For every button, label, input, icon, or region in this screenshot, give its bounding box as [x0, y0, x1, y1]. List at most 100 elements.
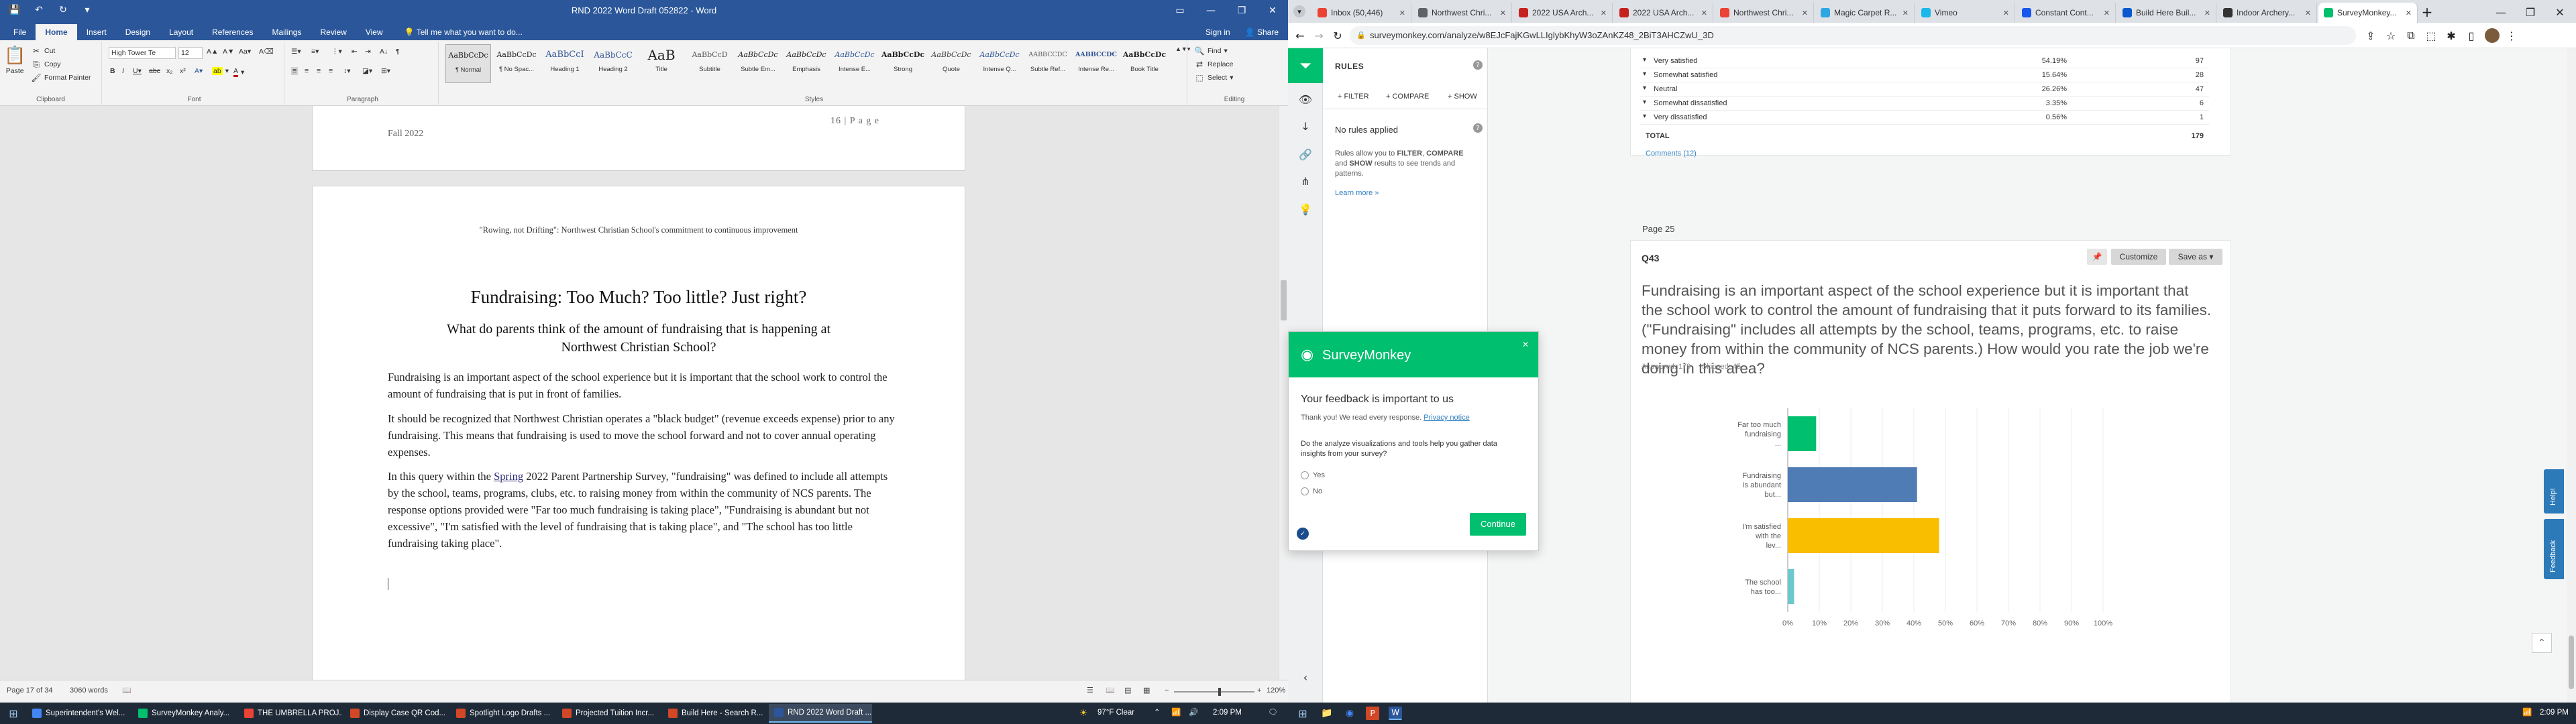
tab-review[interactable]: Review — [311, 24, 356, 40]
volume-icon[interactable]: 🔊 — [1189, 707, 1198, 717]
page-count[interactable]: Page 17 of 34 — [7, 686, 53, 695]
row-toggle-icon[interactable]: ▾ — [1643, 70, 1646, 78]
browser-menu-icon[interactable]: ⋮ — [2505, 29, 2518, 42]
link-icon[interactable]: 🔗 — [1297, 146, 1313, 162]
extensions-icon[interactable]: ⬚ — [2424, 29, 2438, 42]
browser-restore-icon[interactable]: ❐ — [2516, 3, 2545, 21]
shading-button[interactable]: ◪▾ — [362, 67, 372, 75]
paragraph-2[interactable]: It should be recognized that Northwest C… — [388, 410, 898, 461]
file-explorer-icon-2[interactable]: 📁 — [1320, 707, 1334, 720]
style-4[interactable]: AaB Title — [639, 44, 684, 83]
network-icon[interactable]: 📶 — [1171, 707, 1181, 717]
style-9[interactable]: AaBbCcDc Strong — [880, 44, 926, 83]
taskbar-item[interactable]: Spotlight Logo Drafts ... — [451, 704, 554, 723]
style-11[interactable]: AaBbCcDc Intense Q... — [977, 44, 1022, 83]
browser-tab[interactable]: Inbox (50,446) ✕ — [1312, 3, 1411, 23]
style-1[interactable]: AaBbCcDc ¶ No Spac... — [494, 44, 539, 83]
profile-avatar[interactable] — [2485, 28, 2500, 43]
justify-button[interactable]: ≡ — [329, 67, 333, 75]
numbering-button[interactable]: ≡▾ — [311, 48, 319, 56]
scroll-to-top-icon[interactable]: ⌃ — [2532, 633, 2552, 653]
style-3[interactable]: AaBbCcC Heading 2 — [590, 44, 636, 83]
change-case-button[interactable]: Aa▾ — [239, 48, 251, 56]
start-windows-icon-2[interactable]: ⊞ — [1296, 707, 1309, 720]
browser-tab[interactable]: Vimeo ✕ — [1916, 3, 2015, 23]
filter-button[interactable]: + FILTER — [1338, 93, 1369, 101]
tab-close-icon[interactable]: ✕ — [1601, 9, 1607, 17]
font-size-combo[interactable]: 12 — [178, 47, 203, 59]
sort-button[interactable]: A↓ — [380, 48, 388, 56]
lock-icon[interactable]: 🔒 — [1356, 26, 1366, 45]
focus-icon[interactable]: ☰ — [1087, 686, 1093, 695]
customize-button[interactable]: Customize — [2111, 249, 2166, 265]
taskbar-item[interactable]: Superintendent's Wel... — [27, 704, 130, 723]
share-page-icon[interactable]: ⇪ — [2364, 29, 2377, 42]
browser-tab[interactable]: Northwest Chri... ✕ — [1715, 3, 1814, 23]
yes-radio[interactable] — [1301, 471, 1309, 479]
row-toggle-icon[interactable]: ▾ — [1643, 84, 1646, 92]
browser-close-icon[interactable]: ✕ — [2545, 3, 2575, 21]
style-13[interactable]: AABBCCDC Intense Re... — [1073, 44, 1119, 83]
copy-button[interactable]: ⎘ Copy — [31, 59, 60, 70]
tab-search-icon[interactable]: ▾ — [1293, 5, 1305, 17]
tab-close-icon[interactable]: ✕ — [1399, 9, 1405, 17]
browser-scroll-thumb[interactable] — [2569, 636, 2574, 689]
line-spacing-button[interactable]: ↕▾ — [343, 67, 351, 75]
ribbon-options-icon[interactable]: ▭ — [1165, 0, 1195, 21]
cast-icon[interactable]: ⧉ — [2404, 29, 2418, 42]
tab-close-icon[interactable]: ✕ — [1701, 9, 1707, 17]
taskbar-item[interactable]: Build Here - Search R... — [663, 704, 766, 723]
underline-button[interactable]: U▾ — [133, 67, 142, 75]
tell-me-search[interactable]: 💡 Tell me what you want to do... — [392, 24, 535, 40]
address-bar[interactable]: 🔒 surveymonkey.com/analyze/w8EJcFajKGwLL… — [1350, 26, 2356, 45]
clock-time[interactable]: 2:09 PM — [1213, 709, 1242, 717]
weather-text[interactable]: 97°F Clear — [1097, 709, 1134, 717]
browser-tab[interactable]: 2022 USA Arch... ✕ — [1513, 3, 1613, 23]
style-2[interactable]: AaBbCcI Heading 1 — [542, 44, 588, 83]
start-windows-icon[interactable]: ⊞ — [7, 707, 20, 720]
restore-icon[interactable]: ❐ — [1226, 0, 1257, 21]
cut-button[interactable]: ✂ Cut — [31, 46, 55, 56]
proofing-icon[interactable]: 📖 — [122, 686, 131, 695]
styles-gallery-scroll[interactable]: ▲▼▾ — [1175, 46, 1190, 53]
borders-button[interactable]: ⊞▾ — [381, 67, 390, 75]
row-toggle-icon[interactable]: ▾ — [1643, 56, 1646, 64]
word-count[interactable]: 3060 words — [70, 686, 108, 695]
align-left-button[interactable]: ≡ — [291, 67, 299, 75]
privacy-notice-link[interactable]: Privacy notice — [1424, 414, 1469, 422]
show-button[interactable]: + SHOW — [1448, 93, 1477, 101]
filter-funnel-icon[interactable]: ⏷ — [1288, 48, 1323, 83]
download-icon[interactable]: ↓ — [1297, 118, 1313, 134]
paragraph-3[interactable]: In this query within the Spring 2022 Par… — [388, 468, 898, 552]
puzzle-icon[interactable]: ✱ — [2445, 29, 2458, 42]
style-14[interactable]: AaBbCcDc Book Title — [1122, 44, 1167, 83]
sign-in-link[interactable]: Sign in — [1205, 24, 1230, 40]
minimize-icon[interactable]: — — [1195, 0, 1226, 21]
style-6[interactable]: AaBbCcDc Subtle Em... — [735, 44, 781, 83]
tab-close-icon[interactable]: ✕ — [2305, 9, 2311, 17]
show-marks-button[interactable]: ¶ — [396, 48, 400, 56]
browser-tab[interactable]: 2022 USA Arch... ✕ — [1614, 3, 1713, 23]
bookmark-star-icon[interactable]: ☆ — [2384, 29, 2398, 42]
print-layout-icon[interactable]: ▤ — [1124, 686, 1131, 695]
web-layout-icon[interactable]: ▦ — [1143, 686, 1150, 695]
find-button[interactable]: 🔍 Find ▾ — [1194, 46, 1228, 56]
text-effects-button[interactable]: A▾ — [195, 67, 203, 75]
zoom-in-button[interactable]: + — [1257, 686, 1261, 695]
comments-link[interactable]: Comments (12) — [1646, 149, 1697, 158]
row-toggle-icon[interactable]: ▾ — [1643, 99, 1646, 106]
save-as-button[interactable]: Save as ▾ — [2169, 249, 2222, 265]
bold-button[interactable]: B — [110, 67, 115, 75]
tab-view[interactable]: View — [356, 24, 392, 40]
tab-mailings[interactable]: Mailings — [262, 24, 311, 40]
side-panel-icon[interactable]: ▯ — [2465, 29, 2478, 42]
compare-button[interactable]: + COMPARE — [1386, 93, 1429, 101]
zoom-level[interactable]: 120% — [1267, 686, 1285, 695]
browser-tab[interactable]: Magic Carpet R... ✕ — [1815, 3, 1915, 23]
style-12[interactable]: AABBCCDC Subtle Ref... — [1025, 44, 1071, 83]
style-10[interactable]: AaBbCcDc Quote — [928, 44, 974, 83]
browser-tab[interactable]: Indoor Archery... ✕ — [2218, 3, 2317, 23]
close-icon[interactable]: ✕ — [1257, 0, 1288, 21]
weather-sun-icon[interactable]: ☀ — [1077, 707, 1089, 719]
highlight-button[interactable]: ab ▾ — [212, 67, 229, 75]
